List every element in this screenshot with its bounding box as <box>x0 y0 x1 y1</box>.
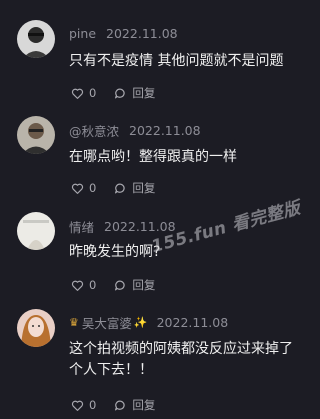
comment-text: 只有不是疫情 其他问题就不是问题 <box>69 53 284 69</box>
chat-bubble-icon <box>115 280 125 290</box>
comment-actions: 0 回复 <box>71 397 173 413</box>
comment-meta: ♛ 吴大富婆 ✨ 2022.11.08 <box>69 313 228 331</box>
reply-button[interactable]: 回复 <box>114 85 155 101</box>
like-count: 0 <box>89 398 97 412</box>
like-button[interactable]: 0 <box>71 278 96 292</box>
reply-button[interactable]: 回复 <box>114 180 155 196</box>
comment-text: 在哪点哟！整得跟真的一样 <box>69 149 237 165</box>
like-count: 0 <box>89 181 97 195</box>
comment-actions: 0 回复 <box>71 180 173 196</box>
username[interactable]: pine <box>69 26 96 41</box>
username[interactable]: @秋意浓 <box>69 121 119 140</box>
comment-actions: 0 回复 <box>71 85 173 101</box>
avatar[interactable] <box>17 20 55 58</box>
comment-date: 2022.11.08 <box>106 25 178 41</box>
chat-bubble-icon <box>115 88 125 98</box>
heart-icon <box>71 88 84 99</box>
like-button[interactable]: 0 <box>71 398 96 412</box>
comment-date: 2022.11.08 <box>156 314 229 330</box>
reply-label: 回复 <box>132 278 156 292</box>
heart-icon <box>71 400 84 411</box>
like-button[interactable]: 0 <box>71 181 96 195</box>
reply-label: 回复 <box>132 86 156 100</box>
like-count: 0 <box>89 86 97 100</box>
reply-label: 回复 <box>132 398 156 412</box>
comment-date: 2022.11.08 <box>129 122 201 138</box>
comment-actions: 0 回复 <box>71 277 173 293</box>
reply-button[interactable]: 回复 <box>114 397 155 413</box>
reply-label: 回复 <box>132 181 156 195</box>
avatar[interactable] <box>17 212 55 250</box>
like-button[interactable]: 0 <box>71 86 96 100</box>
avatar[interactable] <box>17 309 55 347</box>
username[interactable]: 情绪 <box>69 217 94 236</box>
heart-icon <box>71 280 84 291</box>
comment-meta: @秋意浓 2022.11.08 <box>69 121 201 139</box>
avatar[interactable] <box>17 116 55 154</box>
comment-meta: pine 2022.11.08 <box>69 24 178 42</box>
crown-icon: ♛ <box>69 315 79 329</box>
username[interactable]: 吴大富婆 <box>82 313 132 332</box>
chat-bubble-icon <box>115 183 125 193</box>
heart-icon <box>71 183 84 194</box>
comment-text: 这个拍视频的阿姨都没反应过来掉了个人下去！！ <box>69 341 293 378</box>
reply-button[interactable]: 回复 <box>114 277 155 293</box>
chat-bubble-icon <box>115 400 125 410</box>
like-count: 0 <box>89 278 97 292</box>
sparkle-icon: ✨ <box>133 315 148 329</box>
